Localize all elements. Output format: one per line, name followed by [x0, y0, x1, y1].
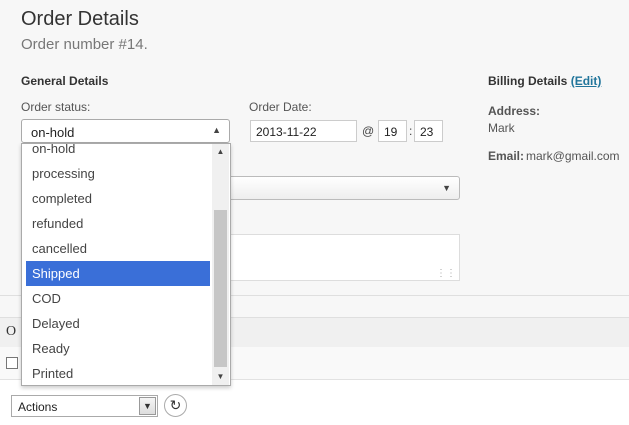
order-status-value: on-hold: [31, 125, 75, 140]
dropdown-scrollbar[interactable]: ▲ ▼: [212, 144, 229, 385]
status-option[interactable]: Delayed: [26, 311, 210, 336]
order-hour-input[interactable]: 19: [378, 120, 407, 142]
actions-dropdown-button[interactable]: ▼: [139, 397, 156, 415]
actions-select[interactable]: Actions ▼: [11, 395, 158, 417]
order-status-label: Order status:: [21, 100, 91, 114]
billing-email-label: Email:: [488, 149, 525, 163]
billing-address-value: Mark: [488, 121, 515, 135]
general-details-heading: General Details: [21, 74, 109, 88]
order-status-dropdown-list: on-hold processing completed refunded ca…: [21, 143, 231, 386]
status-option[interactable]: COD: [26, 286, 210, 311]
resize-grip-icon[interactable]: ⋮⋮: [436, 268, 456, 279]
page-title: Order Details: [21, 8, 139, 30]
at-separator: @: [362, 124, 375, 138]
status-option[interactable]: Ready: [26, 336, 210, 361]
order-minute-input[interactable]: 23: [414, 120, 443, 142]
chevron-up-icon: ▲: [212, 125, 221, 135]
actions-value: Actions: [18, 400, 58, 414]
page-subtitle: Order number #14.: [21, 36, 148, 53]
status-option[interactable]: processing: [26, 161, 210, 186]
chevron-down-icon: ▼: [442, 183, 451, 193]
select-all-checkbox[interactable]: [6, 357, 18, 369]
order-date-input[interactable]: 2013-11-22: [250, 120, 357, 142]
status-option[interactable]: on-hold: [26, 144, 210, 161]
billing-address-label: Address:: [488, 104, 541, 118]
order-date-label: Order Date:: [249, 100, 312, 114]
status-option-selected[interactable]: Shipped: [26, 261, 210, 286]
order-items-bar-text: O: [6, 324, 17, 339]
status-option[interactable]: Printed: [26, 361, 210, 385]
order-status-select[interactable]: on-hold ▲: [21, 119, 230, 143]
status-option[interactable]: cancelled: [26, 236, 210, 261]
billing-details-heading: Billing Details (Edit): [488, 74, 601, 88]
scroll-down-icon[interactable]: ▼: [212, 369, 229, 385]
billing-email-value: mark@gmail.com: [526, 149, 620, 163]
billing-edit-link[interactable]: (Edit): [571, 74, 602, 88]
status-option[interactable]: completed: [26, 186, 210, 211]
colon-separator: :: [409, 124, 413, 138]
scrollbar-thumb[interactable]: [214, 210, 227, 367]
status-option[interactable]: refunded: [26, 211, 210, 236]
billing-heading-label: Billing Details: [488, 74, 568, 88]
scroll-up-icon[interactable]: ▲: [212, 144, 229, 160]
refresh-icon[interactable]: ↻: [164, 394, 187, 417]
